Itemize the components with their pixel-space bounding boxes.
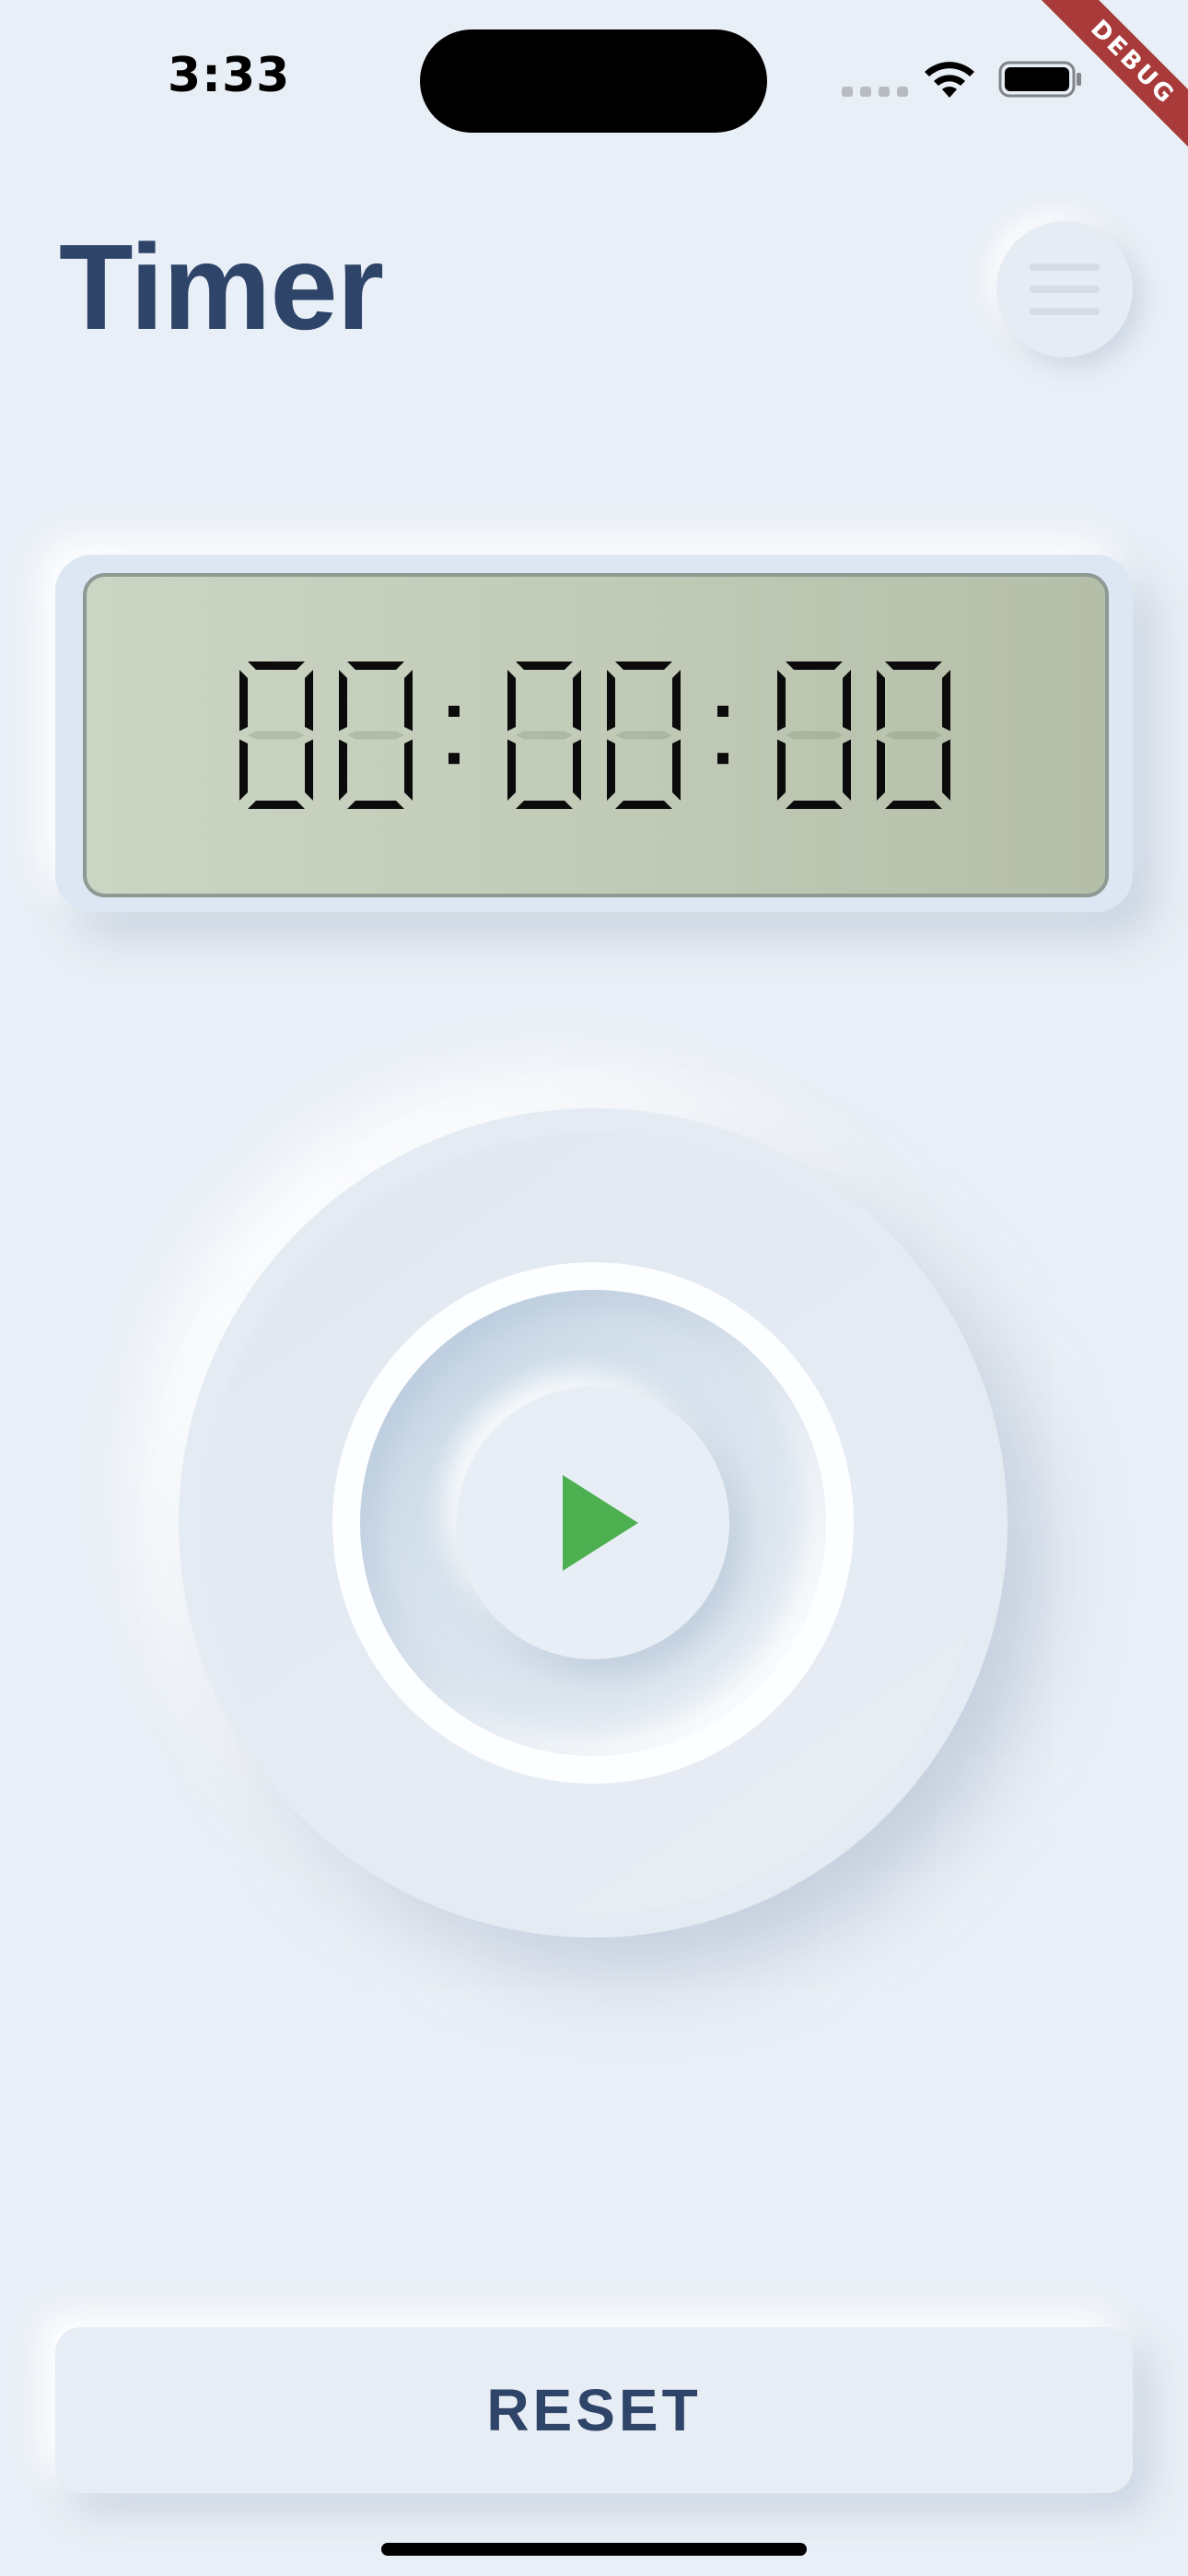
lcd-digit bbox=[777, 662, 851, 809]
reset-button[interactable]: RESET bbox=[55, 2327, 1133, 2493]
lcd-digit bbox=[339, 662, 413, 809]
debug-banner: DEBUG bbox=[1031, 0, 1188, 157]
home-indicator bbox=[381, 2543, 807, 2556]
wifi-icon bbox=[925, 62, 974, 98]
dial-ring bbox=[332, 1262, 854, 1784]
lcd-separator bbox=[448, 706, 460, 765]
signal-dots-icon bbox=[842, 87, 908, 97]
debug-banner-label: DEBUG bbox=[1033, 0, 1188, 157]
lcd-separator bbox=[717, 706, 728, 765]
lcd-digits bbox=[239, 662, 950, 809]
lcd-digit bbox=[607, 662, 681, 809]
reset-button-label: RESET bbox=[486, 2377, 702, 2443]
page-title: Timer bbox=[59, 219, 384, 355]
dynamic-island bbox=[420, 29, 767, 133]
control-dial bbox=[179, 1108, 1007, 1938]
lcd-digit bbox=[877, 662, 950, 809]
lcd-screen bbox=[83, 573, 1109, 897]
menu-button[interactable] bbox=[996, 221, 1133, 357]
timer-display bbox=[55, 555, 1133, 912]
play-button[interactable] bbox=[457, 1387, 729, 1659]
lcd-digit bbox=[507, 662, 581, 809]
status-time: 3:33 bbox=[168, 48, 291, 103]
play-icon bbox=[563, 1475, 638, 1571]
lcd-digit bbox=[239, 662, 313, 809]
dial-well bbox=[360, 1290, 826, 1756]
